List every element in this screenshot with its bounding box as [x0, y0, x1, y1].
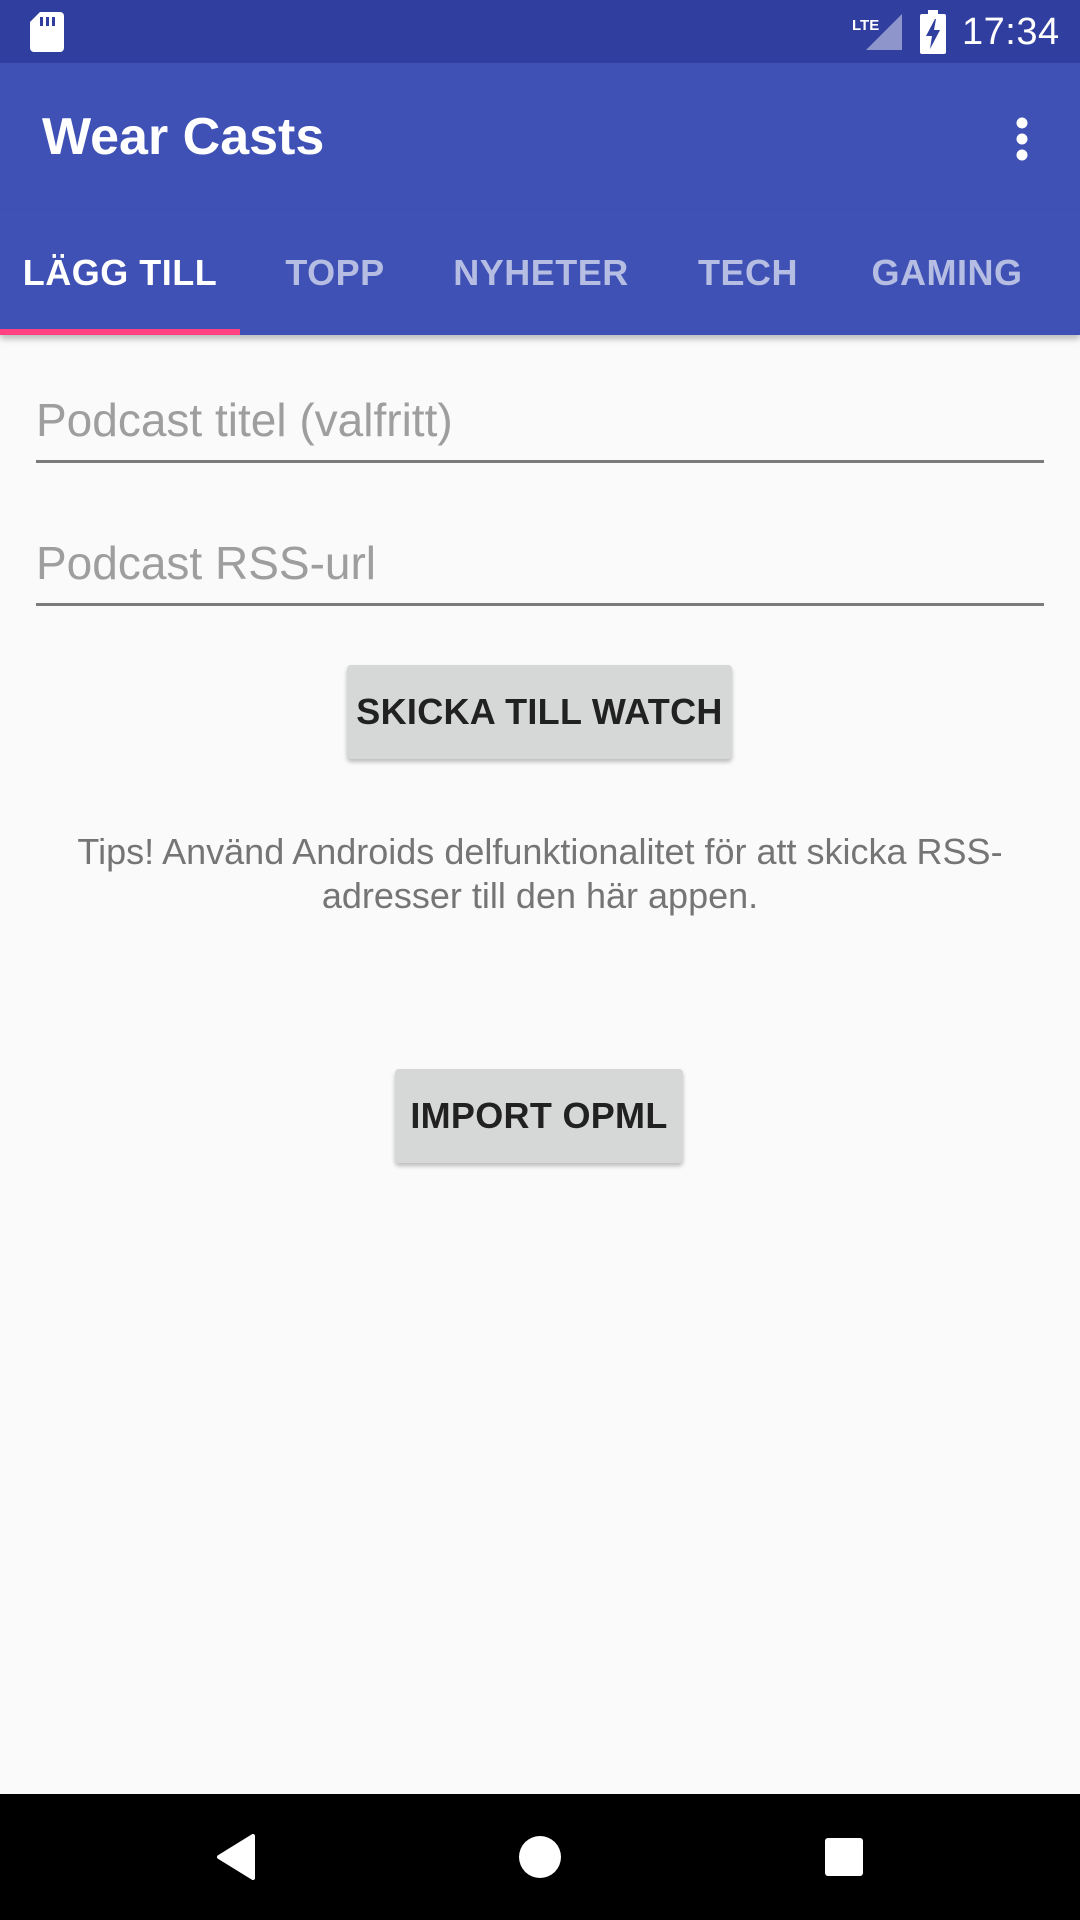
podcast-title-input[interactable] — [36, 380, 1044, 463]
import-opml-button[interactable]: IMPORT OPML — [395, 1069, 683, 1163]
tab-gaming[interactable]: GAMING — [844, 211, 1050, 335]
more-vert-icon — [1016, 117, 1028, 161]
tab-nyheter[interactable]: NYHETER — [430, 211, 652, 335]
nav-home-button[interactable] — [510, 1827, 570, 1887]
tab-topp[interactable]: TOPP — [240, 211, 430, 335]
nav-back-button[interactable] — [206, 1827, 266, 1887]
back-icon — [217, 1834, 255, 1880]
nav-recents-button[interactable] — [814, 1827, 874, 1887]
sd-card-icon — [30, 12, 64, 52]
navigation-bar — [0, 1794, 1080, 1920]
overflow-menu-button[interactable] — [1000, 107, 1044, 171]
app-title: Wear Casts — [42, 108, 325, 166]
tab-indicator — [0, 329, 240, 335]
podcast-rss-url-input[interactable] — [36, 523, 1044, 606]
network-label: LTE — [852, 17, 879, 34]
app-bar: Wear Casts — [0, 63, 1080, 211]
tab-lagg-till[interactable]: LÄGG TILL — [0, 211, 240, 335]
tips-text: Tips! Använd Androids delfunktionalitet … — [77, 831, 1003, 916]
recents-icon — [825, 1838, 863, 1876]
battery-charging-icon — [920, 10, 946, 54]
status-bar: LTE 17:34 — [0, 0, 1080, 63]
lte-signal-icon: LTE — [852, 14, 902, 50]
tab-tech[interactable]: TECH — [652, 211, 844, 335]
tab-bar: LÄGG TILL TOPP NYHETER TECH GAMING — [0, 211, 1080, 335]
send-to-watch-button[interactable]: SKICKA TILL WATCH — [347, 665, 732, 759]
status-clock: 17:34 — [962, 11, 1060, 53]
home-icon — [519, 1836, 561, 1878]
